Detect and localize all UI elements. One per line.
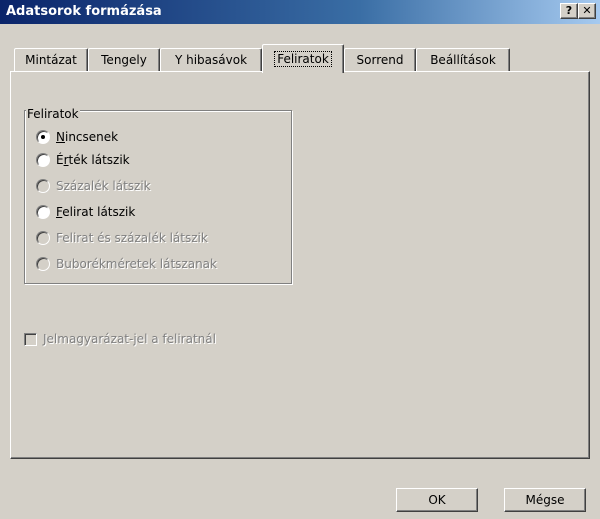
ok-button[interactable]: OK — [396, 488, 478, 512]
cancel-button[interactable]: Mégse — [504, 488, 586, 512]
tab-sorrend[interactable]: Sorrend — [344, 48, 416, 71]
tab-label: Y hibasávok — [174, 53, 248, 67]
radio-show-label-and-percent: Felirat és százalék látszik — [36, 229, 208, 247]
radio-label: Százalék látszik — [56, 179, 151, 193]
tab-beallitasok[interactable]: Beállítások — [416, 48, 510, 71]
tab-feliratok[interactable]: Feliratok — [262, 44, 344, 73]
radio-label: Felirat és százalék látszik — [56, 231, 208, 245]
radio-label: Felirat látszik — [56, 205, 136, 219]
tab-tengely[interactable]: Tengely — [88, 48, 160, 71]
tab-label: Mintázat — [25, 53, 77, 67]
radio-none[interactable]: Nincsenek — [36, 128, 118, 146]
help-button[interactable]: ? — [560, 3, 578, 19]
radio-button-icon[interactable] — [36, 130, 50, 144]
radio-button-icon — [36, 257, 50, 271]
legend-key-checkbox — [24, 332, 37, 346]
radio-show-label[interactable]: Felirat látszik — [36, 203, 135, 221]
legend-key-checkbox-row: Jelmagyarázat-jel a feliratnál — [24, 332, 216, 346]
radio-button-icon[interactable] — [36, 153, 50, 167]
title-bar: Adatsorok formázása ? ✕ — [0, 0, 600, 24]
radio-button-icon — [36, 179, 50, 193]
tab-y-hibasavok[interactable]: Y hibasávok — [160, 48, 262, 71]
radio-show-percent: Százalék látszik — [36, 177, 151, 195]
tab-mintazat[interactable]: Mintázat — [14, 48, 88, 71]
close-button[interactable]: ✕ — [578, 3, 596, 19]
radio-show-bubble-sizes: Buborékméretek látszanak — [36, 255, 217, 273]
radio-button-icon[interactable] — [36, 205, 50, 219]
radio-label: Buborékméretek látszanak — [56, 257, 217, 271]
tab-label: Feliratok — [274, 51, 332, 67]
radio-label: Érték látszik — [56, 153, 130, 167]
tab-label: Beállítások — [430, 53, 496, 67]
window-title: Adatsorok formázása — [6, 4, 162, 19]
radio-show-value[interactable]: Érték látszik — [36, 151, 130, 169]
groupbox-legend: Feliratok — [26, 107, 80, 121]
legend-key-checkbox-label: Jelmagyarázat-jel a feliratnál — [43, 332, 216, 346]
radio-label: Nincsenek — [56, 130, 119, 144]
tab-label: Tengely — [101, 53, 147, 67]
radio-button-icon — [36, 231, 50, 245]
tab-label: Sorrend — [356, 53, 404, 67]
